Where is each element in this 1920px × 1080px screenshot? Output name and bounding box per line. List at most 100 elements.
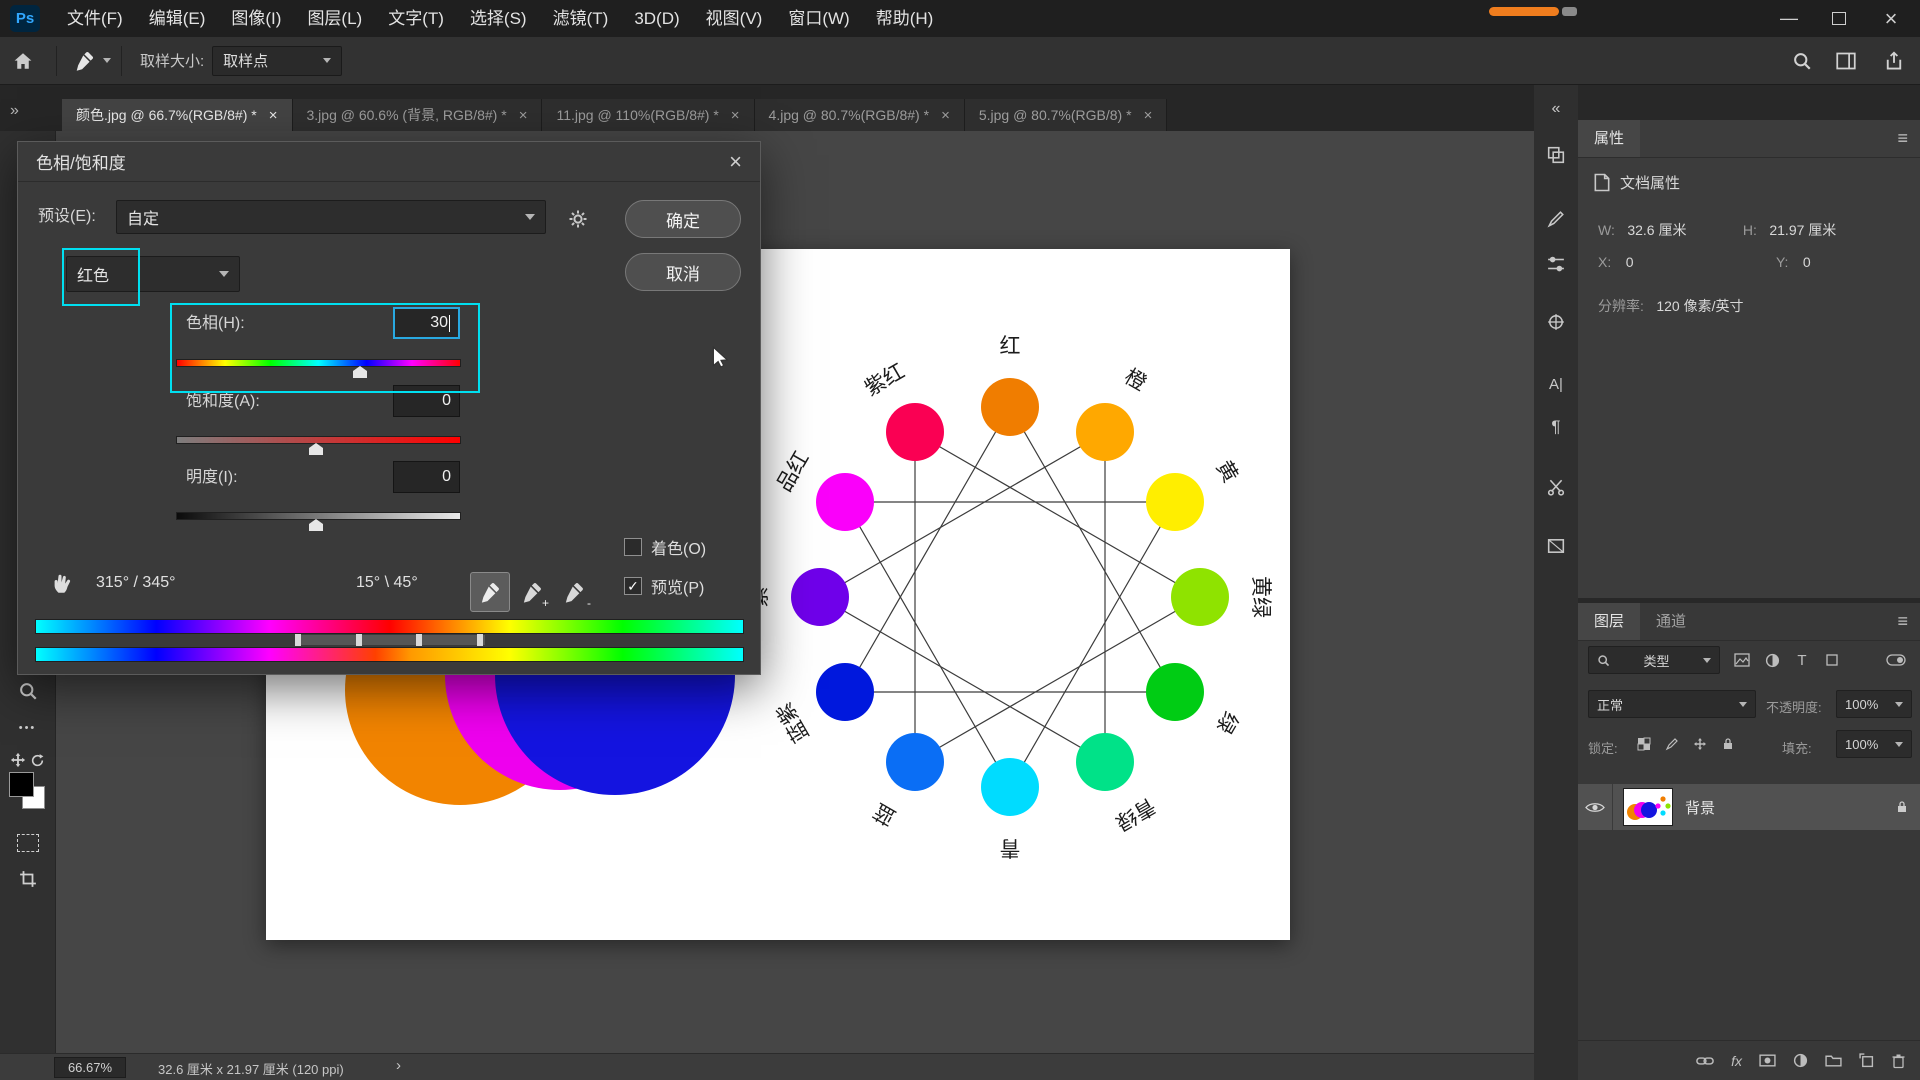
menu-filter[interactable]: 滤镜(T) [540, 1, 622, 37]
add-mask-icon[interactable] [1759, 1054, 1776, 1067]
scrubby-hand-icon[interactable] [48, 568, 78, 598]
panel-menu-icon[interactable]: ≡ [1897, 611, 1908, 632]
width-value[interactable]: 32.6 厘米 [1627, 222, 1686, 238]
tab-close-icon[interactable]: × [1144, 107, 1153, 124]
frame-tool-icon[interactable] [1534, 531, 1578, 561]
crop-tool-icon[interactable] [0, 863, 55, 895]
lock-position-icon[interactable] [1688, 732, 1712, 756]
layer-visibility-toggle[interactable] [1578, 784, 1613, 830]
menu-view[interactable]: 视图(V) [693, 1, 776, 37]
y-value[interactable]: 0 [1803, 254, 1811, 270]
layer-filter-select[interactable]: 类型 [1588, 646, 1720, 674]
subtract-from-sample-eyedropper-button[interactable]: - [554, 572, 594, 612]
checkbox-checked[interactable]: ✓ [624, 577, 642, 595]
cancel-button[interactable]: 取消 [625, 253, 741, 291]
menu-layer[interactable]: 图层(L) [294, 1, 375, 37]
clone-source-icon[interactable] [1534, 307, 1578, 337]
ok-button[interactable]: 确定 [625, 200, 741, 238]
opacity-select[interactable]: 100% [1836, 690, 1912, 718]
status-chevron-icon[interactable]: › [396, 1057, 401, 1074]
menu-select[interactable]: 选择(S) [457, 1, 540, 37]
new-group-icon[interactable] [1825, 1054, 1842, 1067]
eyedropper-button[interactable] [470, 572, 510, 612]
hue-input[interactable]: 30 [393, 307, 460, 339]
dialog-close-icon[interactable]: × [729, 149, 742, 175]
blend-mode-select[interactable]: 正常 [1588, 690, 1756, 718]
panel-menu-icon[interactable]: ≡ [1897, 128, 1908, 149]
menu-image[interactable]: 图像(I) [218, 1, 294, 37]
lock-transparency-icon[interactable] [1632, 732, 1656, 756]
scissors-icon[interactable] [1534, 472, 1578, 502]
home-icon[interactable] [0, 52, 46, 70]
adjustment-layer-icon[interactable] [1793, 1053, 1808, 1068]
sample-size-select[interactable]: 取样点 [212, 45, 343, 76]
foreground-color-swatch[interactable] [9, 772, 34, 797]
saturation-input[interactable]: 0 [393, 385, 460, 417]
layer-row-background[interactable]: 背景 [1578, 784, 1920, 830]
lightness-input[interactable]: 0 [393, 461, 460, 493]
resolution-value[interactable]: 120 像素/英寸 [1656, 298, 1743, 314]
photoshop-logo[interactable]: Ps [10, 5, 40, 32]
colorize-checkbox[interactable]: 着色(O) [624, 535, 706, 559]
new-layer-icon[interactable] [1859, 1053, 1874, 1068]
range-handle-outer-right[interactable] [477, 634, 483, 646]
tab-properties[interactable]: 属性 [1578, 120, 1641, 157]
lock-pixels-icon[interactable] [1660, 732, 1684, 756]
menu-help[interactable]: 帮助(H) [863, 1, 947, 37]
hue-slider[interactable] [176, 359, 461, 367]
channel-select[interactable]: 红色 [66, 256, 240, 292]
color-swatches[interactable] [9, 772, 47, 812]
saturation-slider[interactable] [176, 436, 461, 444]
hue-slider-handle[interactable] [353, 366, 367, 378]
doc-tab-3[interactable]: 11.jpg @ 110%(RGB/8#) * × [542, 99, 755, 131]
tab-close-icon[interactable]: × [941, 107, 950, 124]
menu-edit[interactable]: 编辑(E) [136, 1, 219, 37]
hue-range-track[interactable] [295, 635, 485, 645]
menu-3d[interactable]: 3D(D) [621, 1, 692, 37]
tab-channels[interactable]: 通道 [1640, 603, 1702, 640]
dialog-title-bar[interactable]: 色相/饱和度 × [18, 142, 760, 182]
filter-type-layers-icon[interactable]: T [1790, 648, 1814, 672]
restore-button[interactable] [1814, 0, 1864, 37]
menu-type[interactable]: 文字(T) [375, 1, 457, 37]
minimize-button[interactable]: — [1764, 0, 1814, 37]
tab-layers[interactable]: 图层 [1578, 603, 1641, 640]
zoom-tool-icon[interactable] [0, 675, 55, 707]
checkbox-unchecked[interactable] [624, 538, 642, 556]
menu-window[interactable]: 窗口(W) [775, 1, 862, 37]
marquee-tool-icon[interactable] [0, 827, 55, 859]
filter-adjustment-icon[interactable] [1760, 648, 1784, 672]
doc-tab-2[interactable]: 3.jpg @ 60.6% (背景, RGB/8#) * × [292, 99, 543, 131]
add-to-sample-eyedropper-button[interactable]: + [512, 572, 552, 612]
preset-select[interactable]: 自定 [116, 200, 546, 234]
zoom-level-input[interactable]: 66.67% [54, 1057, 126, 1078]
filter-shape-layers-icon[interactable] [1820, 648, 1844, 672]
lock-all-icon[interactable] [1716, 732, 1740, 756]
menu-file[interactable]: 文件(F) [54, 1, 136, 37]
doc-tab-4[interactable]: 4.jpg @ 80.7%(RGB/8#) * × [754, 99, 965, 131]
delete-layer-icon[interactable] [1891, 1053, 1906, 1069]
share-icon[interactable] [1868, 50, 1920, 71]
range-handle-outer-left[interactable] [295, 634, 301, 646]
brush-settings-icon[interactable] [1534, 204, 1578, 234]
doc-tab-5[interactable]: 5.jpg @ 80.7%(RGB/8) * × [964, 99, 1168, 131]
search-icon[interactable] [1780, 51, 1824, 71]
range-handle-inner-left[interactable] [356, 634, 362, 646]
doc-tab-1[interactable]: 颜色.jpg @ 66.7%(RGB/8#) * × [62, 99, 293, 131]
x-value[interactable]: 0 [1626, 254, 1634, 270]
adjustments-icon[interactable] [1534, 249, 1578, 279]
lightness-slider[interactable] [176, 512, 461, 520]
hue-saturation-dialog[interactable]: 色相/饱和度 × 预设(E): 自定 确定 取消 红色 色相(H): 30 饱和… [17, 141, 761, 675]
workspace-icon[interactable] [1824, 52, 1868, 70]
layer-thumbnail[interactable] [1623, 788, 1673, 826]
edit-toolbar-icon[interactable]: ••• [0, 712, 55, 744]
close-button[interactable]: × [1866, 0, 1916, 37]
collapse-panels-icon[interactable]: « [1534, 94, 1578, 124]
character-panel-icon[interactable]: A| [1534, 369, 1578, 399]
saturation-slider-handle[interactable] [309, 443, 323, 455]
tab-close-icon[interactable]: × [731, 107, 740, 124]
link-layers-icon[interactable] [1696, 1056, 1714, 1066]
tool-preset-caret-icon[interactable] [103, 58, 111, 63]
preset-gear-icon[interactable] [563, 204, 593, 234]
paragraph-panel-icon[interactable]: ¶ [1534, 412, 1578, 442]
